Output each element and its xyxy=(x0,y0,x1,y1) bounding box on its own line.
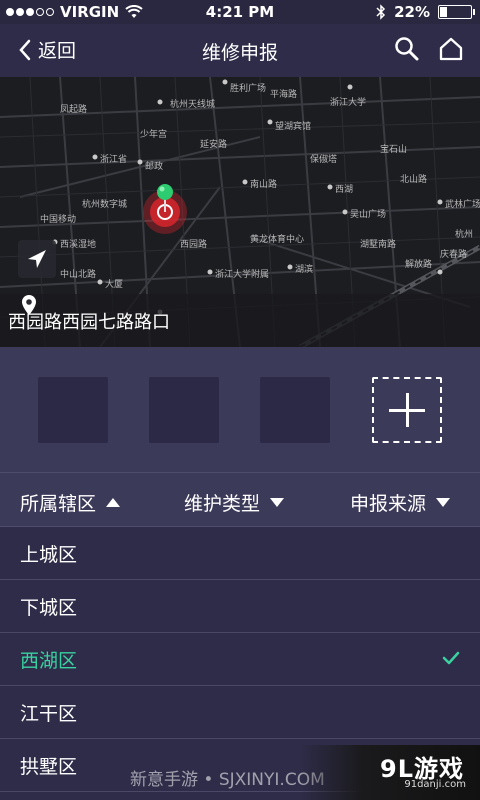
search-icon[interactable] xyxy=(394,36,420,62)
map-label: 望湖宾馆 xyxy=(275,122,312,132)
district-item[interactable]: 江干区 xyxy=(0,686,480,739)
photo-slot[interactable] xyxy=(38,377,108,443)
battery-fill xyxy=(440,7,447,17)
map-label: 吴山广场 xyxy=(350,210,387,220)
district-label: 拱墅区 xyxy=(20,755,78,778)
locate-button[interactable] xyxy=(18,240,56,278)
map-label: 保俶塔 xyxy=(310,155,338,165)
district-item[interactable]: 上城区 xyxy=(0,527,480,580)
map-label: 杭州天线城 xyxy=(170,100,216,110)
district-label: 上城区 xyxy=(20,543,78,566)
map-label: 湖滨 xyxy=(295,265,314,275)
photo-slot[interactable] xyxy=(260,377,330,443)
filter-report-source[interactable]: 申报来源 xyxy=(350,489,451,516)
map-label: 平海路 xyxy=(270,90,298,100)
status-right: 22% xyxy=(376,3,475,21)
map-label: 杭州 xyxy=(455,230,474,240)
home-icon[interactable] xyxy=(438,36,464,62)
map-label: 邮政 xyxy=(145,162,164,172)
triangle-down-icon xyxy=(270,498,285,507)
map-label: 杭州数字城 xyxy=(82,200,128,210)
triangle-up-icon xyxy=(106,498,121,507)
map-label: 西湖 xyxy=(335,185,354,195)
photo-slot[interactable] xyxy=(149,377,219,443)
map-label: 大厦 xyxy=(105,280,124,290)
map-label: 浙江大学附属 xyxy=(215,270,270,280)
nav-bar: 返回 维修申报 xyxy=(0,24,480,77)
map-label: 胜利广场 xyxy=(230,84,267,94)
district-item[interactable]: 下城区 xyxy=(0,580,480,633)
watermark-logo: 9L游戏 91danji.com xyxy=(300,745,480,800)
location-pin-icon xyxy=(22,295,36,315)
filter-bar: 所属辖区 维护类型 申报来源 xyxy=(0,472,480,527)
district-label: 西湖区 xyxy=(20,649,78,672)
district-label: 江干区 xyxy=(20,702,78,725)
map-label: 延安路 xyxy=(200,140,228,150)
bluetooth-icon xyxy=(376,4,386,20)
address-bar: 西园路西园七路路口 xyxy=(0,294,480,347)
filter-maintenance-type[interactable]: 维护类型 xyxy=(184,489,285,516)
map-label: 中山北路 xyxy=(60,270,97,280)
map-label: 北山路 xyxy=(400,175,428,185)
map-label: 解放路 xyxy=(405,260,433,270)
filter-label: 所属辖区 xyxy=(20,493,97,515)
battery-icon xyxy=(438,5,475,19)
navigation-arrow-icon xyxy=(28,250,46,268)
map-label: 宝石山 xyxy=(380,145,408,155)
map-label: 黄龙体育中心 xyxy=(250,235,305,245)
map-label: 南山路 xyxy=(250,180,278,190)
battery-percent: 22% xyxy=(394,3,430,21)
map-label: 湖墅南路 xyxy=(360,240,397,250)
district-item-selected[interactable]: 西湖区 xyxy=(0,633,480,686)
map-label: 庆春路 xyxy=(440,250,468,260)
map-label: 武林广场 xyxy=(445,200,480,210)
district-label: 下城区 xyxy=(20,596,78,619)
map-label: 西溪湿地 xyxy=(60,240,97,250)
filter-district[interactable]: 所属辖区 xyxy=(20,489,121,516)
triangle-down-icon xyxy=(436,498,451,507)
filter-label: 维护类型 xyxy=(184,493,261,515)
map-label: 凤起路 xyxy=(60,105,88,115)
checkmark-icon xyxy=(442,651,460,665)
logo-sub: 91danji.com xyxy=(404,779,466,790)
nav-actions xyxy=(394,36,464,62)
photo-section xyxy=(0,347,480,472)
status-bar: VIRGIN 4:21 PM 22% xyxy=(0,0,480,24)
map-label: 浙江大学 xyxy=(330,98,367,108)
add-photo-button[interactable] xyxy=(372,377,442,443)
filter-label: 申报来源 xyxy=(350,493,427,515)
map-label: 西园路 xyxy=(180,240,208,250)
map-label: 中国移动 xyxy=(40,215,77,225)
map-label: 少年宫 xyxy=(140,130,168,140)
map-label: 浙江省 xyxy=(100,155,128,165)
map-view[interactable]: 杭州天线城 胜利广场 浙江大学 望湖宾馆 浙江省 中国移动 杭州数字城 邮政 南… xyxy=(0,77,480,347)
watermark-text: 新意手游 • SJXINYI.COM xyxy=(130,770,325,790)
